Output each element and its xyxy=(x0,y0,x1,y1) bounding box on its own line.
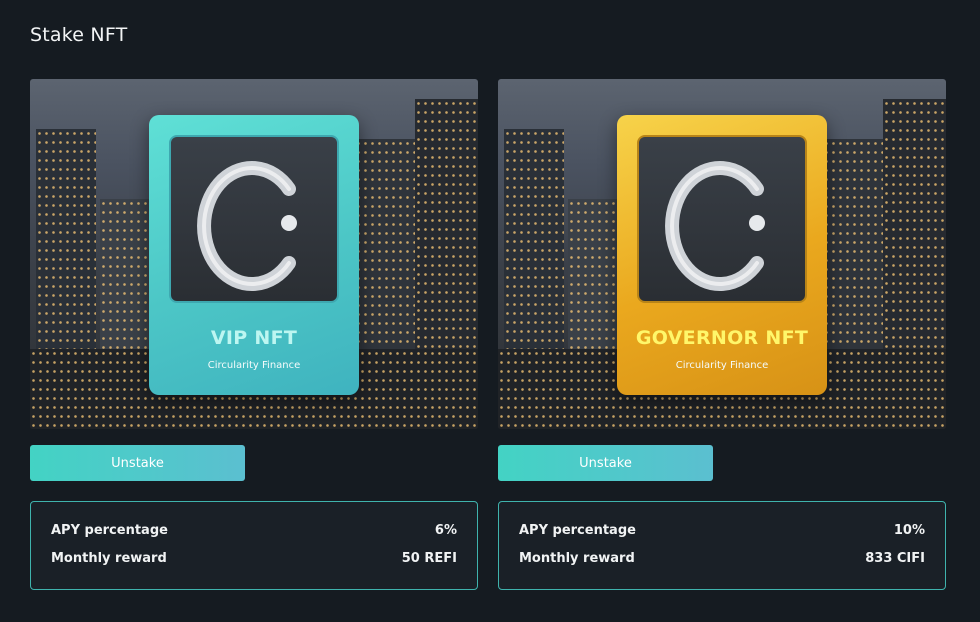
nft-subtitle: Circularity Finance xyxy=(675,360,769,371)
stats-panel: APY percentage 10% Monthly reward 833 CI… xyxy=(498,501,946,590)
stat-row-monthly-reward: Monthly reward 833 CIFI xyxy=(519,551,925,571)
stat-row-apy: APY percentage 6% xyxy=(51,523,457,543)
stat-label: APY percentage xyxy=(519,523,636,538)
nft-image: VIP NFT Circularity Finance xyxy=(30,79,478,429)
circularity-logo-icon xyxy=(665,161,765,291)
nft-card-vip: VIP NFT Circularity Finance Unstake APY … xyxy=(30,79,478,590)
stats-panel: APY percentage 6% Monthly reward 50 REFI xyxy=(30,501,478,590)
stat-row-monthly-reward: Monthly reward 50 REFI xyxy=(51,551,457,571)
page-title: Stake NFT xyxy=(30,24,128,46)
nft-window xyxy=(169,135,339,303)
nft-window xyxy=(637,135,807,303)
stat-label: APY percentage xyxy=(51,523,168,538)
stat-value: 10% xyxy=(893,523,925,538)
nft-artwork: GOVERNOR NFT Circularity Finance xyxy=(617,115,827,395)
stat-label: Monthly reward xyxy=(51,551,167,566)
nft-name: VIP NFT xyxy=(210,327,298,349)
nft-artwork: VIP NFT Circularity Finance xyxy=(149,115,359,395)
unstake-button[interactable]: Unstake xyxy=(498,445,713,481)
nft-name: GOVERNOR NFT xyxy=(635,327,809,349)
nft-card-governor: GOVERNOR NFT Circularity Finance Unstake… xyxy=(498,79,946,590)
nft-subtitle: Circularity Finance xyxy=(207,360,301,371)
stat-row-apy: APY percentage 10% xyxy=(519,523,925,543)
stat-value: 833 CIFI xyxy=(865,551,925,566)
stat-value: 6% xyxy=(434,523,457,538)
circularity-logo-icon xyxy=(197,161,297,291)
unstake-button[interactable]: Unstake xyxy=(30,445,245,481)
stat-label: Monthly reward xyxy=(519,551,635,566)
stat-value: 50 REFI xyxy=(401,551,457,566)
nft-image: GOVERNOR NFT Circularity Finance xyxy=(498,79,946,429)
